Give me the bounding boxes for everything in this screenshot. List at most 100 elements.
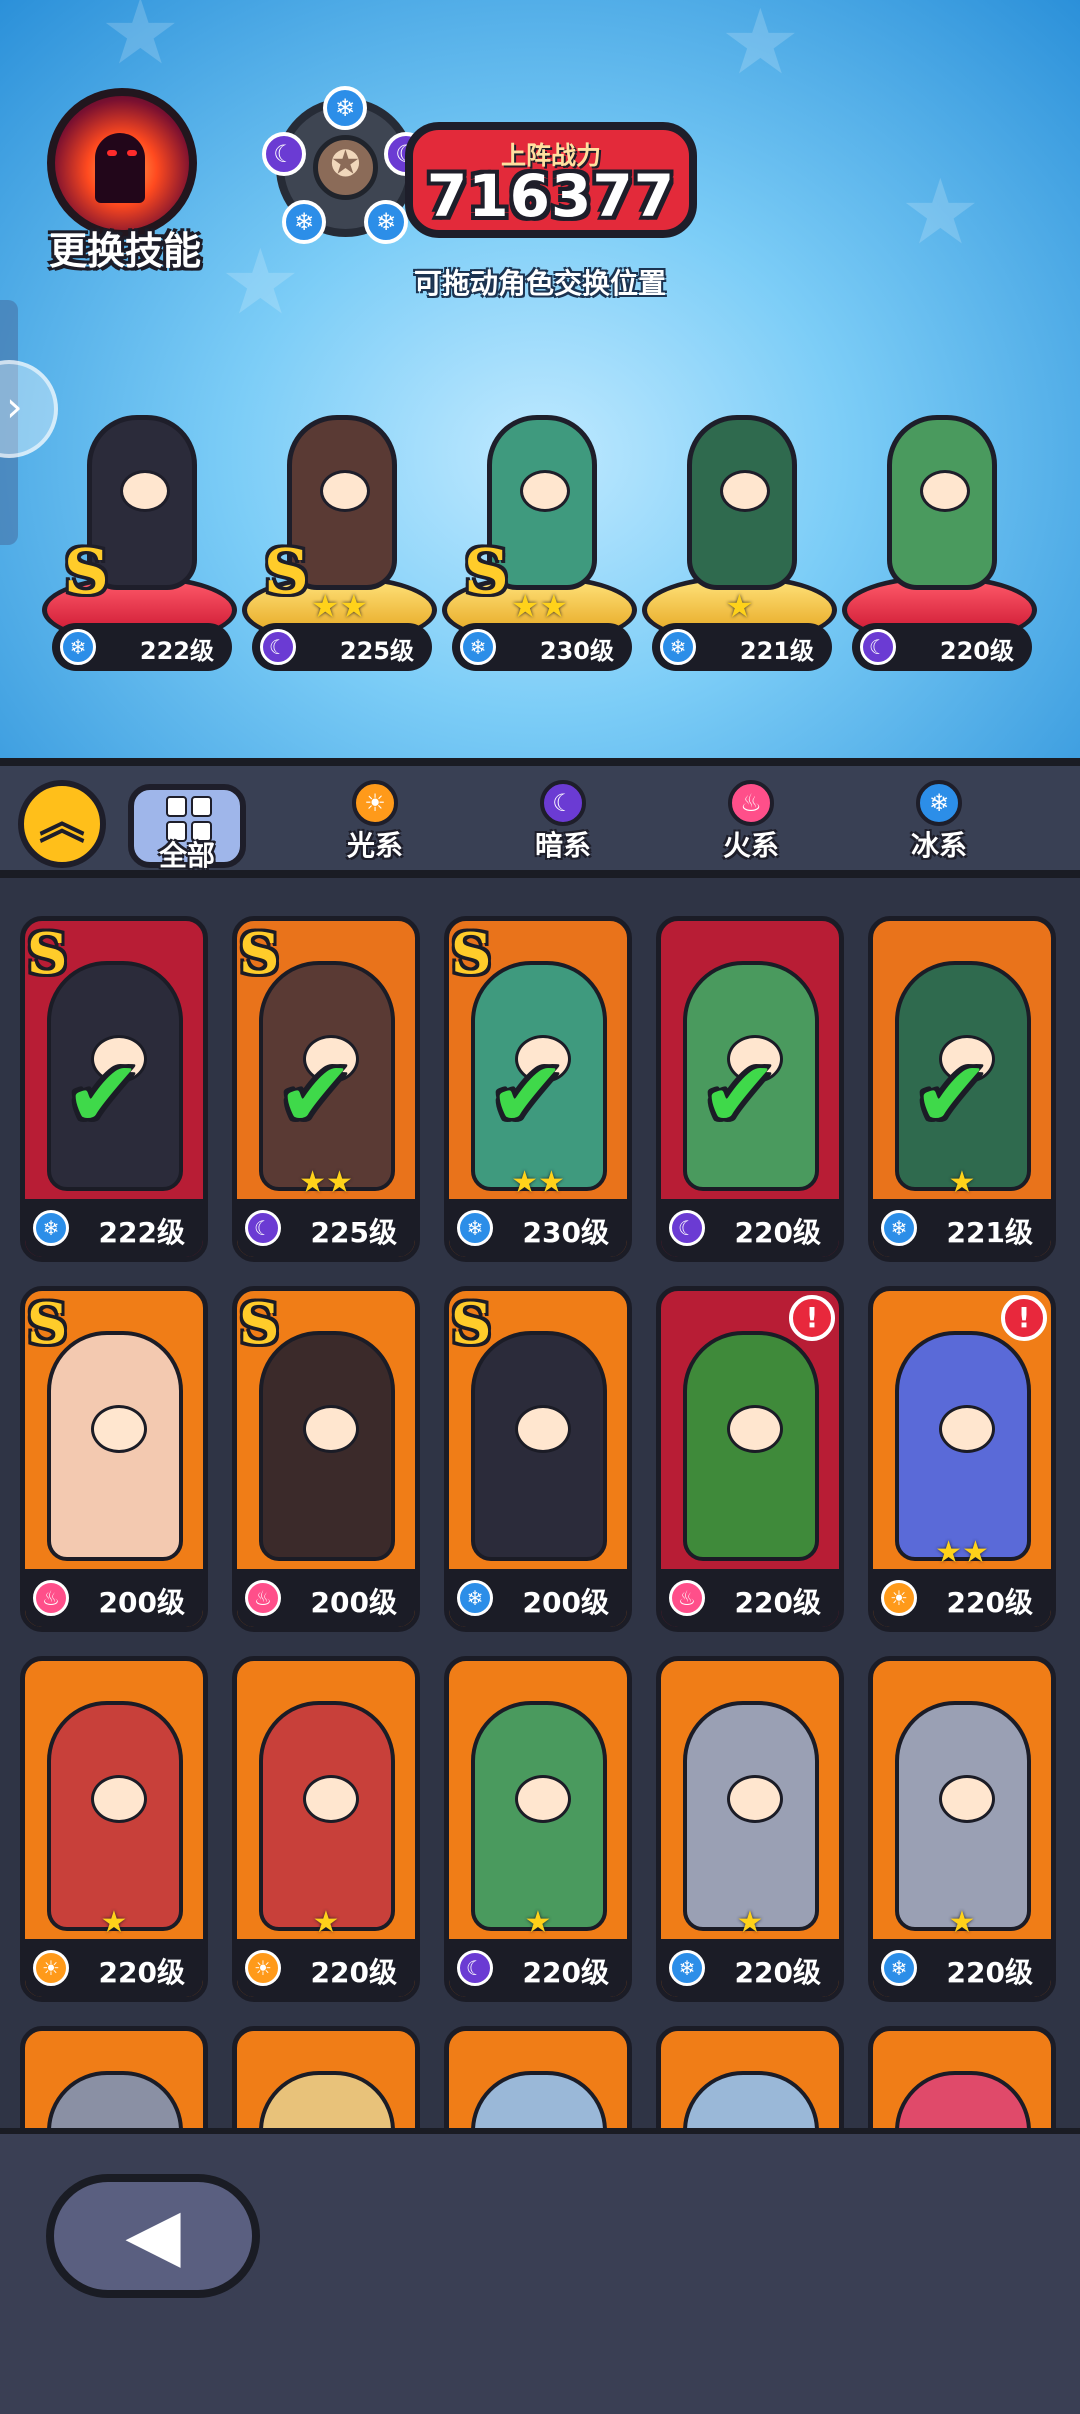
star-rating: ★★ <box>510 587 569 625</box>
team-slot[interactable]: S ★★ ☾ 225级 <box>242 395 442 685</box>
expand-arrow-icon: › <box>6 382 23 431</box>
hero-level: 220级 <box>946 1586 1033 1619</box>
collapse-button[interactable]: ︽ <box>18 780 106 868</box>
hero-card[interactable] <box>232 2026 420 2128</box>
hero-card[interactable]: ★ ☀ 220级 <box>20 1656 208 2002</box>
hero-card[interactable]: S ✔ ★★ ❄ 230级 <box>444 916 632 1262</box>
star-rating: ★★ <box>310 587 369 625</box>
hero-level: 220级 <box>98 1956 185 1989</box>
ice-element-icon: ❄ <box>457 1580 493 1616</box>
hero-card[interactable] <box>868 2026 1056 2128</box>
hero-figure <box>895 1331 1031 1561</box>
card-footer: ♨ 200级 <box>237 1569 415 1627</box>
star-rating: ★ <box>725 587 754 625</box>
hero-card[interactable]: S ✔ ★★ ☾ 225级 <box>232 916 420 1262</box>
card-footer: ☾ 220级 <box>661 1199 839 1257</box>
star-rating: ★ <box>524 1905 552 1940</box>
star-rating: ★ <box>100 1905 128 1940</box>
filter-all-label: 全部 <box>158 839 215 872</box>
change-skill-label: 更换技能 <box>48 229 201 273</box>
hero-card[interactable]: ★ ❄ 220级 <box>868 1656 1056 2002</box>
hero-card[interactable]: S ♨ 200级 <box>20 1286 208 1632</box>
filter-fire-label: 火系 <box>722 829 779 862</box>
hero-card[interactable]: ✔ ☾ 220级 <box>656 916 844 1262</box>
ice-element-icon: ❄ <box>460 629 496 665</box>
level-pill: ☾ 225级 <box>252 623 432 671</box>
hero-card[interactable]: ! ★★ ☀ 220级 <box>868 1286 1056 1632</box>
hero-card[interactable]: ! ♨ 220级 <box>656 1286 844 1632</box>
hero-level: 222级 <box>98 1216 185 1249</box>
hero-figure <box>47 1331 183 1561</box>
hero-card[interactable]: ★ ☀ 220级 <box>232 1656 420 2002</box>
back-button[interactable]: ◀ <box>46 2174 260 2298</box>
team-slot[interactable]: ☾ 220级 <box>842 395 1042 685</box>
ice-element-icon: ❄ <box>323 86 367 130</box>
hero-face <box>91 1775 147 1823</box>
hero-card[interactable] <box>656 2026 844 2128</box>
hero-face <box>520 470 570 512</box>
ice-element-icon: ❄ <box>916 780 962 826</box>
filter-ice-tab[interactable]: ❄ 冰系 <box>884 778 994 874</box>
element-filter-bar: ︽ 全部 ☀ 光系 ☾ 暗系 ♨ 火系 ❄ 冰系 <box>0 758 1080 878</box>
fire-element-icon: ♨ <box>728 780 774 826</box>
change-skill-button[interactable]: 更换技能 <box>45 88 205 278</box>
hero-face <box>727 1775 783 1823</box>
card-footer: ☀ 220级 <box>873 1569 1051 1627</box>
hero-face <box>515 1775 571 1823</box>
hero-figure <box>895 2071 1031 2128</box>
hero-level: 230级 <box>539 637 614 665</box>
pentagram-icon: ✪ <box>313 135 378 200</box>
light-element-icon: ☀ <box>33 1950 69 1986</box>
ice-element-icon: ❄ <box>282 200 326 244</box>
hero-level: 225级 <box>310 1216 397 1249</box>
hero-card[interactable] <box>20 2026 208 2128</box>
card-footer: ❄ 200级 <box>449 1569 627 1627</box>
background-star-icon: ★ <box>900 160 981 265</box>
hero-figure <box>683 2071 819 2128</box>
hero-figure <box>471 1701 607 1931</box>
card-footer: ☀ 220级 <box>237 1939 415 1997</box>
hero-card[interactable]: S ❄ 200级 <box>444 1286 632 1632</box>
hero-card[interactable]: ✔ ★ ❄ 221级 <box>868 916 1056 1262</box>
hero-level: 230级 <box>522 1216 609 1249</box>
alert-icon: ! <box>789 1295 835 1341</box>
hero-card[interactable]: S ✔ ❄ 222级 <box>20 916 208 1262</box>
team-power-panel: 上阵战力 716377 <box>405 122 697 238</box>
team-slot[interactable]: S ❄ 222级 <box>42 395 242 685</box>
hero-figure <box>895 1701 1031 1931</box>
fire-element-icon: ♨ <box>669 1580 705 1616</box>
dark-element-icon: ☾ <box>260 629 296 665</box>
grade-badge: S <box>451 921 492 987</box>
hero-figure <box>683 1331 819 1561</box>
card-footer: ❄ 220级 <box>661 1939 839 1997</box>
star-rating: ★★ <box>935 1535 989 1570</box>
filter-all-tab[interactable]: 全部 <box>128 784 246 872</box>
ice-element-icon: ❄ <box>881 1210 917 1246</box>
star-rating: ★ <box>312 1905 340 1940</box>
hero-card[interactable]: ★ ☾ 220级 <box>444 1656 632 2002</box>
hero-level: 225级 <box>339 637 414 665</box>
team-slot[interactable]: ★ ❄ 221级 <box>642 395 842 685</box>
hero-figure <box>47 2071 183 2128</box>
ice-element-icon: ❄ <box>364 200 408 244</box>
filter-fire-tab[interactable]: ♨ 火系 <box>696 778 806 874</box>
card-footer: ♨ 220级 <box>661 1569 839 1627</box>
light-element-icon: ☀ <box>352 780 398 826</box>
dark-element-icon: ☾ <box>860 629 896 665</box>
back-arrow-icon: ◀ <box>125 2192 181 2276</box>
card-footer: ☾ 220级 <box>449 1939 627 1997</box>
hero-face <box>515 1405 571 1453</box>
checkmark-icon: ✔ <box>489 1041 567 1148</box>
filter-dark-tab[interactable]: ☾ 暗系 <box>508 778 618 874</box>
hero-card[interactable]: S ♨ 200级 <box>232 1286 420 1632</box>
hero-face <box>303 1405 359 1453</box>
hero-figure <box>259 2071 395 2128</box>
team-lineup-panel: ★ ★ ★ ★ 更换技能 ✪ ❄ ☾ ☾ ❄ ❄ 上阵战力 716377 可拖动… <box>0 0 1080 758</box>
hero-figure <box>259 1331 395 1561</box>
grade-badge: S <box>27 921 68 987</box>
team-slot[interactable]: S ★★ ❄ 230级 <box>442 395 642 685</box>
hero-card[interactable] <box>444 2026 632 2128</box>
hero-card[interactable]: ★ ❄ 220级 <box>656 1656 844 2002</box>
filter-light-tab[interactable]: ☀ 光系 <box>320 778 430 874</box>
hero-face <box>727 1405 783 1453</box>
